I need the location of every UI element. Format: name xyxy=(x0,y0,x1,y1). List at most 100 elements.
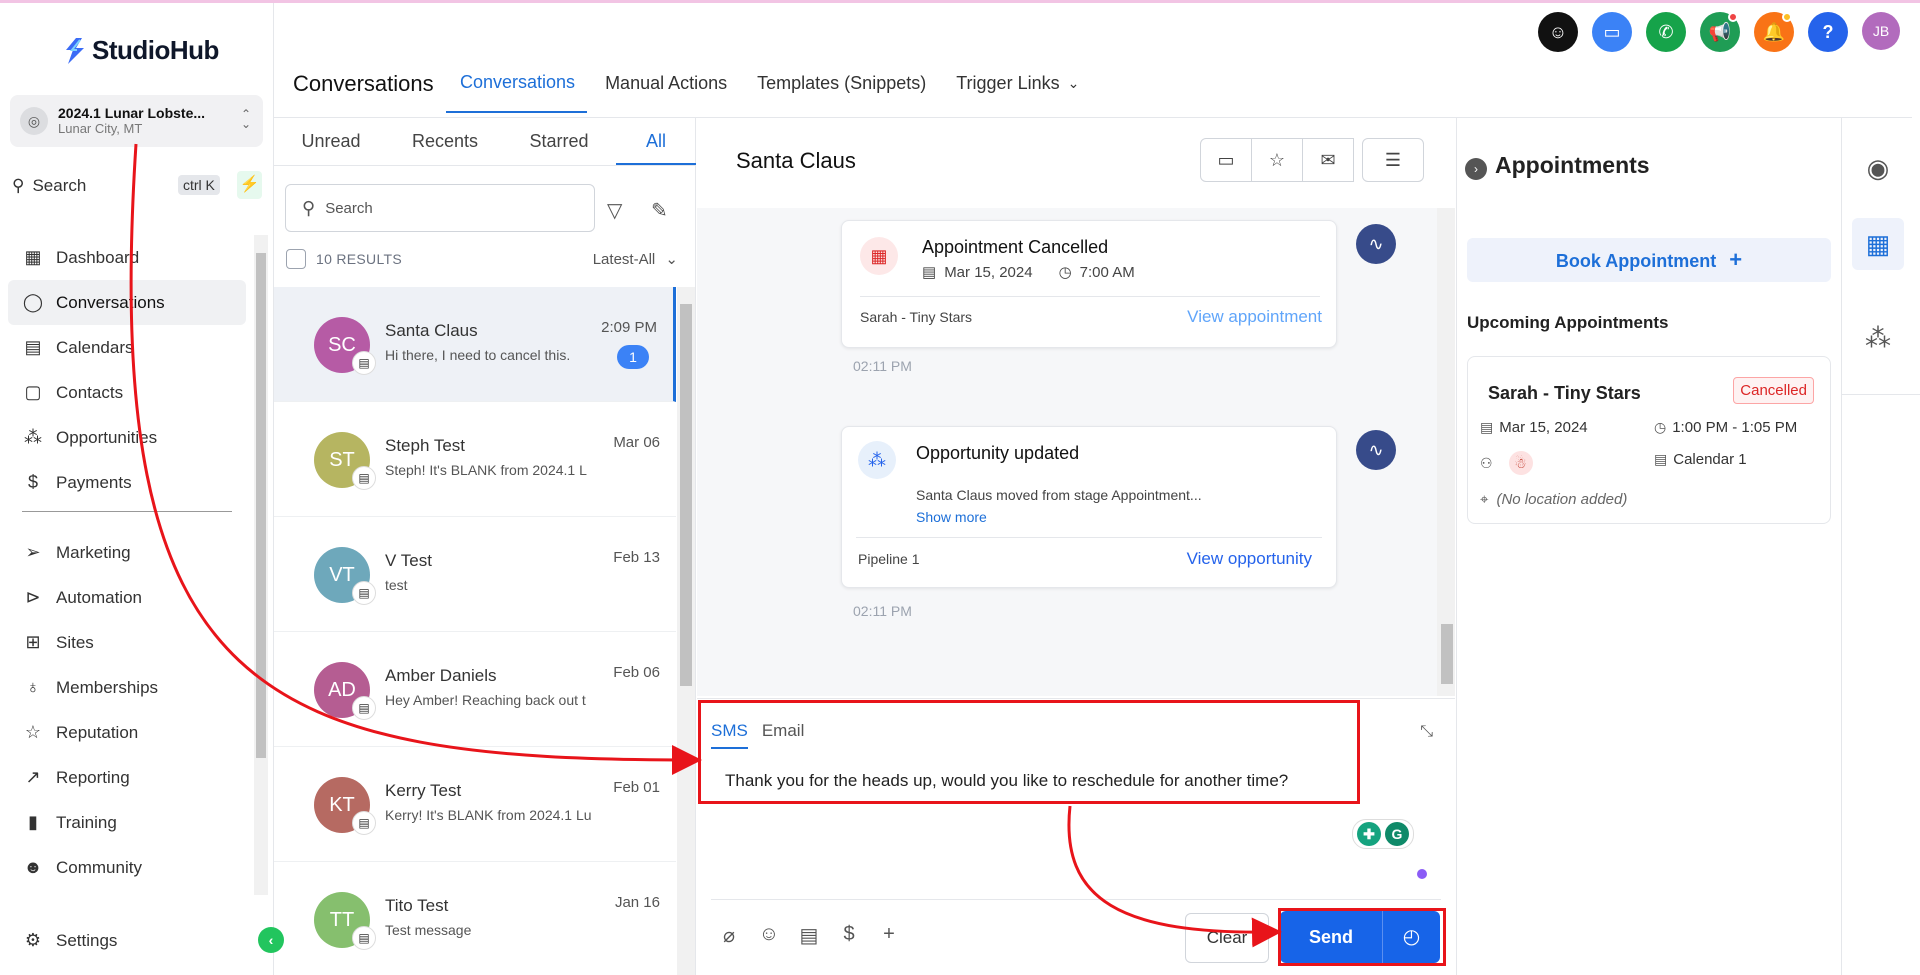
view-opportunity-link[interactable]: View opportunity xyxy=(1187,549,1312,569)
tab-sms[interactable]: SMS xyxy=(711,721,748,749)
sidebar-item-reporting[interactable]: ↗ Reporting xyxy=(0,755,254,800)
select-all-checkbox[interactable] xyxy=(286,249,306,269)
conversation-time: Feb 13 xyxy=(613,549,660,566)
bot-icon[interactable]: ☺ xyxy=(1538,12,1578,52)
grammarly-icon[interactable]: G xyxy=(1385,822,1409,846)
sidebar-item-community[interactable]: ☻ Community xyxy=(0,845,254,890)
sms-badge-icon: ▤ xyxy=(352,466,376,490)
bell-icon[interactable]: 🔔 xyxy=(1754,12,1794,52)
sidebar-item-reputation[interactable]: ☆ Reputation xyxy=(0,710,254,755)
card-body: Santa Claus moved from stage Appointment… xyxy=(916,487,1202,503)
schedule-send-icon[interactable]: ◴ xyxy=(1382,911,1440,963)
conversation-item[interactable]: KT ▤ Kerry Test Kerry! It's BLANK from 2… xyxy=(274,747,676,862)
avatar-initials: SC xyxy=(328,333,356,356)
sidebar-item-contacts[interactable]: ▢ Contacts xyxy=(0,370,254,415)
sidebar-item-automation[interactable]: ⊳ Automation xyxy=(0,575,254,620)
sidebar-item-marketing[interactable]: ➢ Marketing xyxy=(0,530,254,575)
sidebar-item-calendars[interactable]: ▤ Calendars xyxy=(0,325,254,370)
conversation-item[interactable]: ST ▤ Steph Test Steph! It's BLANK from 2… xyxy=(274,402,676,517)
sort-dropdown[interactable]: Latest-All ⌄ xyxy=(593,250,678,268)
conversation-time: Jan 16 xyxy=(614,894,660,911)
conversation-search[interactable]: ⚲ xyxy=(285,184,595,232)
megaphone-icon[interactable]: 📢 xyxy=(1700,12,1740,52)
tab-unread[interactable]: Unread xyxy=(274,118,388,165)
conversation-name: V Test xyxy=(385,551,432,570)
lightbulb-icon[interactable]: ✚ xyxy=(1357,822,1381,846)
dollar-icon[interactable]: $ xyxy=(837,923,861,948)
logo[interactable]: StudioHub xyxy=(62,35,219,66)
location-switcher[interactable]: ◎ 2024.1 Lunar Lobste... Lunar City, MT … xyxy=(10,95,263,147)
snippet-doc-icon[interactable]: ▤ xyxy=(797,923,821,948)
tab-conversations[interactable]: Conversations xyxy=(446,72,588,113)
grammarly-widget[interactable]: ✚ G xyxy=(1352,819,1414,849)
help-icon[interactable]: ? xyxy=(1808,12,1848,52)
conversation-item[interactable]: TT ▤ Tito Test Test message Jan 16 xyxy=(274,862,676,975)
show-more-link[interactable]: Show more xyxy=(916,509,987,525)
plus-icon[interactable]: + xyxy=(877,923,901,948)
card-divider xyxy=(856,537,1322,538)
tab-trigger-links[interactable]: Trigger Links ⌄ xyxy=(956,72,1079,113)
view-appointment-link[interactable]: View appointment xyxy=(1187,307,1322,327)
appointment-card[interactable]: Sarah - Tiny Stars Cancelled ▤ Mar 15, 2… xyxy=(1467,356,1831,524)
card-title: Appointment Cancelled xyxy=(922,237,1109,257)
tab-manual-actions[interactable]: Manual Actions xyxy=(605,72,727,113)
workflow-icon[interactable]: ⁂ xyxy=(1852,312,1904,364)
sidebar-item-memberships[interactable]: ♁ Memberships xyxy=(0,665,254,710)
attachment-icon[interactable]: ⌀ xyxy=(717,923,741,948)
sms-badge-icon: ▤ xyxy=(352,696,376,720)
chevron-right-icon[interactable]: › xyxy=(1465,158,1487,180)
conversation-preview: test xyxy=(385,577,408,593)
sidebar-item-payments[interactable]: $ Payments xyxy=(0,460,254,505)
thread-scrollbar[interactable] xyxy=(1437,208,1455,696)
book-appointment-button[interactable]: Book Appointment + xyxy=(1467,238,1831,282)
sidebar-item-training[interactable]: ▮ Training xyxy=(0,800,254,845)
star-icon[interactable]: ☆ xyxy=(1251,138,1303,182)
phone-icon[interactable]: ✆ xyxy=(1646,12,1686,52)
sidebar-item-settings[interactable]: ⚙ Settings xyxy=(0,918,254,963)
send-button[interactable]: Send xyxy=(1280,911,1382,963)
attendees-row: ⚇ ☃ xyxy=(1480,451,1533,475)
sidebar-item-opportunities[interactable]: ⁂ Opportunities xyxy=(0,415,254,460)
contact-profile-icon[interactable]: ◉ xyxy=(1852,142,1904,194)
conversation-scroll-thumb[interactable] xyxy=(680,304,692,686)
sidebar-settings: ⚙ Settings xyxy=(0,918,254,963)
sidebar-item-label: Settings xyxy=(56,930,118,950)
conversation-name: Steph Test xyxy=(385,436,466,455)
sidebar-item-dashboard[interactable]: ▦ Dashboard xyxy=(0,235,254,280)
chat-panel: Santa Claus ▭ ☆ ✉ ☰ ▦ Appointment Cancel… xyxy=(697,118,1455,975)
chevron-updown-icon: ⌃ ⌄ xyxy=(240,107,251,131)
tab-email[interactable]: Email xyxy=(762,721,805,749)
quick-action-bolt-icon[interactable]: ⚡ xyxy=(237,171,262,199)
tab-templates[interactable]: Templates (Snippets) xyxy=(757,72,926,113)
clear-button[interactable]: Clear xyxy=(1185,913,1269,963)
card-divider xyxy=(860,296,1320,297)
tab-recents[interactable]: Recents xyxy=(388,118,502,165)
sidebar-search[interactable]: ⚲ Search ctrl K ⚡ xyxy=(12,171,262,201)
calendar-icon[interactable]: ▦ xyxy=(1852,218,1904,270)
conversation-search-input[interactable] xyxy=(325,199,556,217)
status-dot xyxy=(1417,869,1427,879)
tab-starred[interactable]: Starred xyxy=(502,118,616,165)
folder-icon[interactable]: ▭ xyxy=(1200,138,1252,182)
sidebar-item-conversations[interactable]: ◯ Conversations xyxy=(8,280,246,325)
tab-all[interactable]: All xyxy=(616,118,696,165)
user-avatar[interactable]: JB xyxy=(1862,12,1900,50)
top-right-icons: ☺ ▭ ✆ 📢 🔔 ? JB xyxy=(1538,12,1900,52)
conversation-item[interactable]: VT ▤ V Test test Feb 13 xyxy=(274,517,676,632)
sidebar-scroll-thumb[interactable] xyxy=(256,253,266,758)
chat-icon[interactable]: ▭ xyxy=(1592,12,1632,52)
filter-funnel-icon[interactable]: ▽ xyxy=(607,198,622,223)
conversation-item[interactable]: SC ▤ Santa Claus Hi there, I need to can… xyxy=(274,287,676,402)
compose-icon[interactable]: ✎ xyxy=(651,198,668,223)
calendar-icon: ▤ xyxy=(24,337,42,357)
emoji-icon[interactable]: ☺ xyxy=(757,923,781,948)
sidebar-item-sites[interactable]: ⊞ Sites xyxy=(0,620,254,665)
message-input[interactable]: Thank you for the heads up, would you li… xyxy=(725,771,1288,791)
thread-scroll-thumb[interactable] xyxy=(1441,624,1453,684)
conversation-name: Santa Claus xyxy=(385,321,478,340)
minimize-icon[interactable]: ⤡ xyxy=(1420,723,1433,741)
conversation-item[interactable]: AD ▤ Amber Daniels Hey Amber! Reaching b… xyxy=(274,632,676,747)
mail-open-icon[interactable]: ✉ xyxy=(1302,138,1354,182)
filter-lines-icon[interactable]: ☰ xyxy=(1362,138,1424,182)
calendar-icon: ▤ xyxy=(1654,451,1668,467)
